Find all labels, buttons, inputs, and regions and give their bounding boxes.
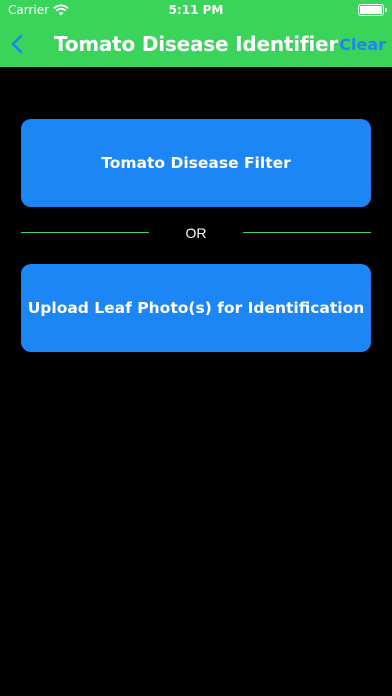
battery-level — [360, 6, 382, 14]
status-bar: Carrier 5:11 PM — [0, 0, 392, 22]
upload-leaf-photo-button[interactable]: Upload Leaf Photo(s) for Identification — [21, 264, 371, 352]
or-separator-label: OR — [185, 225, 207, 241]
status-time: 5:11 PM — [168, 3, 224, 17]
app-header: Carrier 5:11 PM Tomato Disease Identifie… — [0, 0, 392, 67]
battery-icon — [358, 4, 387, 16]
clear-button[interactable]: Clear — [339, 35, 386, 54]
tomato-disease-filter-button[interactable]: Tomato Disease Filter — [21, 119, 371, 207]
navigation-bar: Tomato Disease Identifier Clear — [0, 22, 392, 67]
separator-line-left — [21, 232, 149, 233]
page-title: Tomato Disease Identifier — [53, 32, 339, 56]
separator-line-right — [243, 232, 371, 233]
